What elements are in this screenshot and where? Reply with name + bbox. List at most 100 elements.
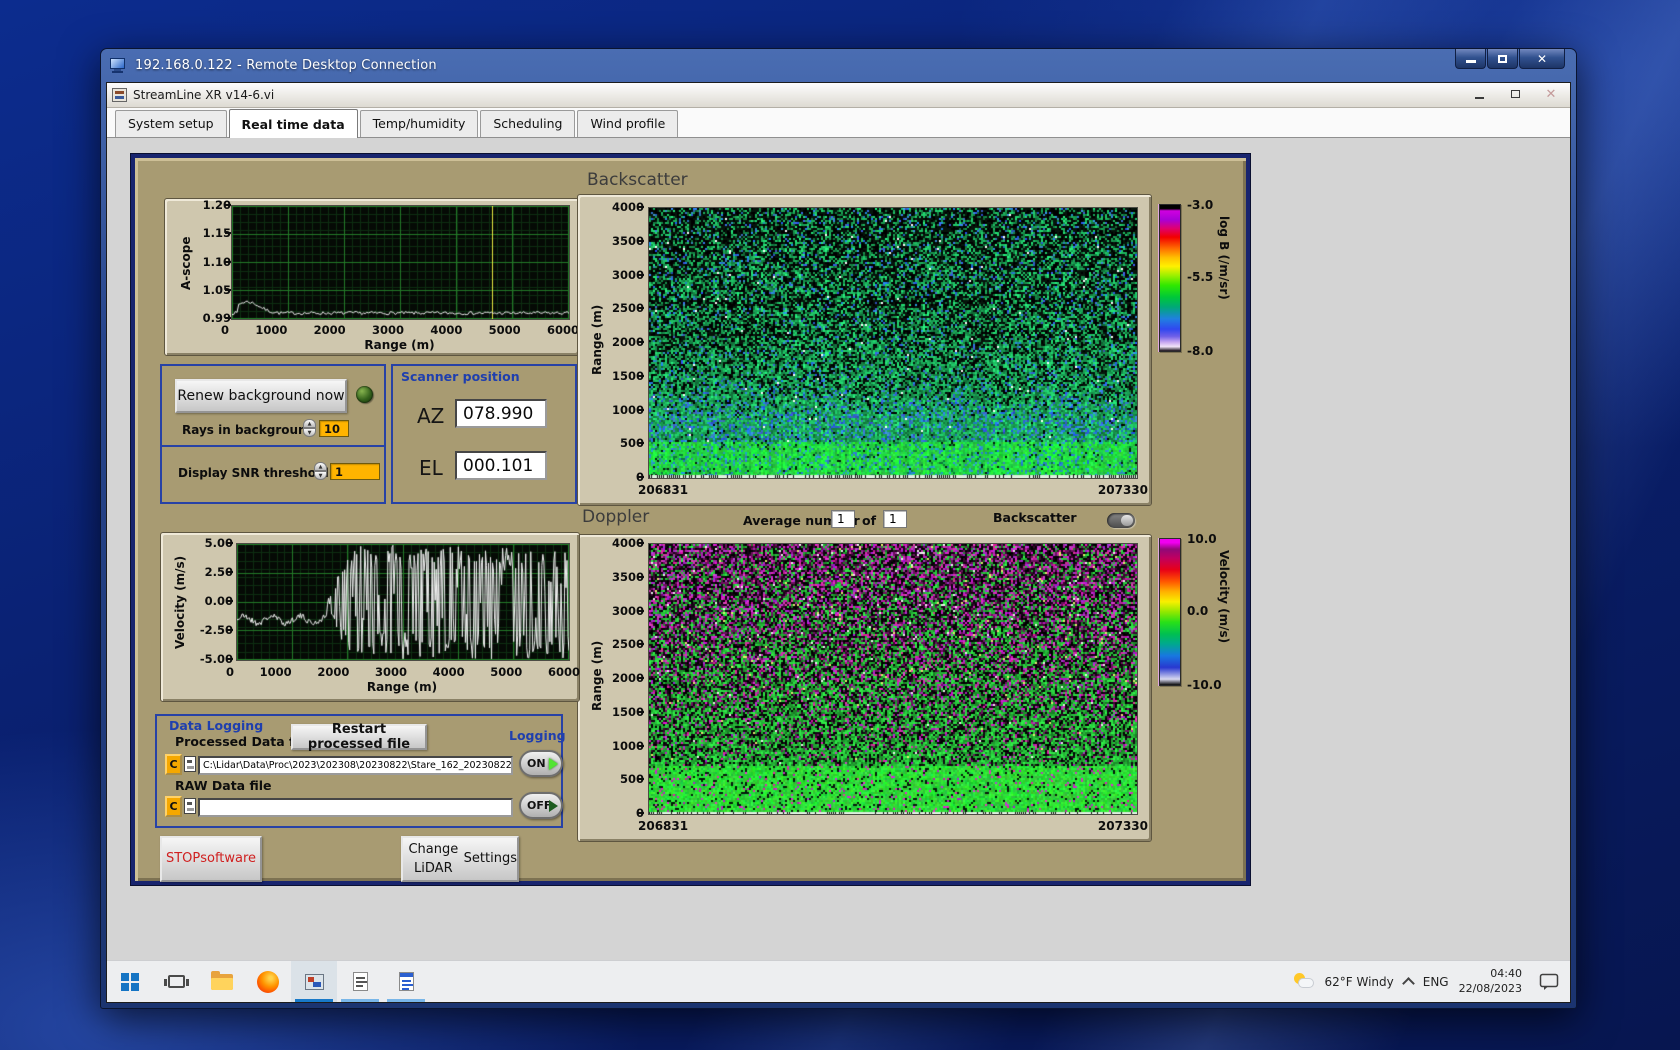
axis-tick: -2.50 (199, 623, 233, 637)
colorbar-tick: -3.0 (1187, 198, 1214, 212)
tray-chevron-icon[interactable] (1401, 977, 1415, 990)
average-number-field[interactable]: 1 (831, 510, 855, 528)
language-indicator[interactable]: ENG (1423, 975, 1449, 989)
weather-icon (1294, 972, 1318, 991)
tab-temp-humidity[interactable]: Temp/humidity (359, 110, 479, 137)
tab-scheduling[interactable]: Scheduling (480, 110, 576, 137)
group-divider (160, 445, 386, 447)
axis-tick: 1500 (611, 368, 644, 383)
axis-tick: 4000 (432, 665, 465, 679)
velocity-y-axis-label: Velocity (m/s) (173, 555, 187, 649)
restart-processed-file-button[interactable]: Restart processed file (291, 722, 427, 752)
axis-tick: 0 (635, 470, 644, 484)
app-maximize-button[interactable] (1504, 85, 1526, 103)
scan-scheduler-button[interactable] (337, 961, 383, 1002)
rdp-icon (110, 57, 128, 74)
axis-tick: 1000 (611, 738, 644, 753)
axis-tick: 3500 (611, 569, 644, 584)
streamline-app-button[interactable] (291, 961, 337, 1002)
taskbar-clock[interactable]: 04:40 22/08/2023 (1459, 967, 1522, 997)
clock-date: 22/08/2023 (1458, 981, 1522, 995)
raw-drive-button[interactable]: C (165, 796, 182, 817)
doppler-x-start: 206831 (638, 819, 689, 833)
velocity-x-axis-label: Range (m) (366, 680, 438, 694)
firefox-button[interactable] (245, 961, 291, 1002)
tab-real-time-data[interactable]: Real time data (228, 109, 358, 138)
stop-line2: software (200, 851, 257, 867)
tab-wind-profile[interactable]: Wind profile (577, 110, 679, 137)
doppler-plot (648, 543, 1138, 815)
processed-browse-icon[interactable] (184, 756, 196, 772)
of-label: of (862, 513, 877, 528)
ascope-graph: A-scope 1.20 1.15 1.10 1.05 0.99 0 1000 2000 30… (164, 198, 580, 356)
renew-background-button[interactable]: Renew background now (175, 379, 347, 413)
ascope-y-ticks: 1.20 1.15 1.10 1.05 0.99 (193, 198, 231, 325)
az-label: AZ (417, 404, 445, 428)
axis-tick: 4000 (430, 323, 463, 337)
task-view-button[interactable] (153, 961, 199, 1002)
backscatter-plot-canvas (649, 208, 1137, 478)
renew-background-led (356, 386, 373, 403)
ascope-plot-canvas (232, 206, 569, 319)
backscatter-colorbar (1159, 204, 1181, 352)
colorbar-tick: 10.0 (1187, 532, 1217, 546)
doppler-heatmap: Range (m) 4000 3500 3000 2500 2000 1500 1000 50… (577, 534, 1152, 842)
change-lidar-settings-button[interactable]: Change LiDAR Settings (401, 836, 519, 882)
velocity-plot-canvas (237, 544, 569, 660)
stop-software-button[interactable]: STOP software (160, 836, 262, 882)
raw-logging-toggle[interactable]: OFF (519, 792, 563, 819)
document-app-button[interactable] (383, 961, 429, 1002)
axis-tick: 1.10 (202, 254, 231, 269)
windows-logo-icon (121, 972, 139, 991)
axis-tick: 6000 (546, 323, 579, 337)
axis-tick: 2500 (611, 637, 644, 652)
colorbar-tick: -8.0 (1187, 344, 1214, 358)
axis-tick: 1500 (611, 704, 644, 719)
settings-line1: Change LiDAR (408, 841, 459, 877)
backscatter-x-end: 207330 (1097, 483, 1148, 497)
axis-tick: 1.15 (202, 226, 231, 241)
weather-text: 62°F Windy (1324, 974, 1394, 989)
az-value-field[interactable]: 078.990 (455, 399, 547, 428)
processed-drive-button[interactable]: C (165, 754, 182, 775)
scanner-position-group: Scanner position AZ 078.990 EL 000.101 (391, 364, 577, 504)
desktop-background: 192.168.0.122 - Remote Desktop Connectio… (0, 0, 1680, 1050)
ascope-x-ticks: 0 1000 2000 3000 4000 5000 6000 (221, 323, 579, 337)
rays-value-field[interactable]: 10 (319, 420, 349, 437)
start-button[interactable] (107, 961, 153, 1002)
colorbar-tick: -10.0 (1187, 678, 1222, 692)
el-value-field[interactable]: 000.101 (455, 451, 547, 480)
raw-browse-icon[interactable] (184, 798, 196, 814)
stop-line1: STOP (165, 851, 201, 867)
tab-system-setup[interactable]: System setup (115, 110, 227, 137)
velocity-graph: Velocity (m/s) 5.00 2.50 0.00 -2.50 -5.00 0 1… (160, 532, 580, 702)
action-center-button[interactable] (1532, 961, 1566, 1002)
axis-tick: -5.00 (199, 652, 233, 666)
app-titlebar[interactable]: StreamLine XR v14-6.vi ✕ (107, 83, 1570, 108)
rdp-close-button[interactable]: ✕ (1519, 49, 1565, 69)
clock-time: 04:40 (1490, 966, 1522, 980)
backscatter-toggle[interactable] (1107, 513, 1135, 528)
rdp-window: 192.168.0.122 - Remote Desktop Connectio… (100, 48, 1577, 1009)
task-view-icon (163, 975, 189, 988)
rdp-maximize-button[interactable] (1487, 49, 1518, 69)
rdp-titlebar[interactable]: 192.168.0.122 - Remote Desktop Connectio… (106, 49, 1571, 82)
rays-spinner[interactable]: ▲ ▼ (303, 419, 316, 437)
app-minimize-button[interactable] (1468, 85, 1490, 103)
axis-tick: 2000 (611, 335, 644, 349)
ascope-x-axis-label: Range (m) (364, 338, 435, 352)
axis-tick: 2000 (317, 665, 350, 679)
average-total-field[interactable]: 1 (883, 510, 907, 528)
raw-file-path-field[interactable] (198, 798, 513, 817)
file-explorer-button[interactable] (199, 961, 245, 1002)
off-label: OFF (527, 799, 552, 812)
processed-file-path-field[interactable]: C:\Lidar\Data\Proc\2023\202308\20230822\… (198, 756, 513, 775)
app-close-button[interactable]: ✕ (1540, 85, 1562, 103)
snr-value-field[interactable]: 1 (330, 463, 380, 480)
snr-spinner[interactable]: ▲ ▼ (314, 462, 327, 480)
weather-widget[interactable]: 62°F Windy (1294, 972, 1394, 991)
processed-logging-toggle[interactable]: ON (519, 750, 563, 777)
rdp-minimize-button[interactable] (1455, 49, 1486, 69)
axis-tick: 3000 (371, 323, 404, 337)
backscatter-toggle-label: Backscatter (993, 510, 1077, 525)
